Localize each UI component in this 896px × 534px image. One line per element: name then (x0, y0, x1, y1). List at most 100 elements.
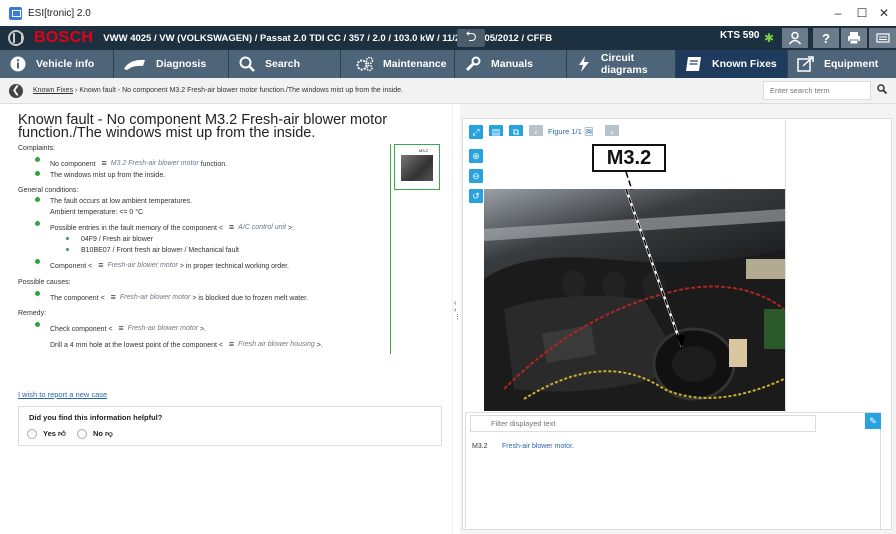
figure-counter: Figure 1/1 🖼︎ (548, 127, 594, 136)
keyboard-icon (875, 33, 890, 43)
sub-list-item: 04F9 / Fresh air blower (66, 236, 153, 243)
app-header: BOSCH VWW 4025 / VW (VOLKSWAGEN) / Passa… (0, 26, 896, 50)
component-link[interactable]: ≡ A/C control unit (225, 222, 286, 232)
breadcrumb-link-known-fixes[interactable]: Known Fixes (33, 87, 73, 94)
bullet-dot (35, 291, 40, 296)
keyboard-button[interactable] (869, 28, 896, 48)
yes-label[interactable]: Yes 👍︎ (43, 429, 66, 439)
thumbs-down-icon: 👎︎ (105, 429, 113, 438)
bullet-dot (35, 322, 40, 327)
menu-icon: ≡ (228, 339, 235, 349)
list-item: Check component < ≡ Fresh-air blower moto… (35, 322, 206, 333)
tab-label: Equipment (824, 58, 879, 70)
tab-label: Known Fixes (712, 58, 777, 70)
section-general-conditions-label: General conditions: (18, 187, 79, 194)
menu-icon: ≡ (118, 323, 124, 333)
section-complaints-label: Complaints: (18, 145, 55, 152)
figure-divider (390, 144, 391, 354)
zoom-out-icon: ⊖ (472, 170, 480, 181)
thumbs-up-icon: 👍︎ (58, 429, 66, 438)
thumbnail-image (401, 155, 433, 181)
image-icon: 🖼︎ (583, 127, 594, 136)
list-item-continuation: Drill a 4 mm hole at the lowest point of… (50, 339, 323, 349)
window-title: ESI[tronic] 2.0 (28, 7, 91, 19)
tab-manuals[interactable]: Manuals (455, 50, 567, 78)
user-button[interactable] (782, 28, 808, 48)
list-item: Component < ≡ Fresh-air blower motor > in… (35, 259, 289, 270)
tab-known-fixes[interactable]: Known Fixes (676, 50, 788, 78)
filter-input[interactable] (470, 415, 816, 432)
menu-icon: ≡ (98, 260, 104, 270)
figure-thumbnail[interactable]: M3.2 (394, 144, 440, 190)
bullet-dot (35, 157, 40, 162)
menu-icon: ≡ (101, 158, 107, 168)
blower-photo-graphic (484, 189, 785, 411)
app-icon (9, 6, 22, 20)
return-arrow-icon: ⮌ (465, 28, 477, 44)
info-icon (8, 54, 28, 74)
pen-icon: ✎ (869, 415, 877, 426)
close-button[interactable]: ✕ (869, 0, 896, 26)
diagnosis-icon (122, 54, 148, 74)
legend-panel: ▼ ✎ M3.2 Fresh-air blower motor. (465, 412, 881, 530)
report-new-case-link[interactable]: I wish to report a new case (18, 390, 107, 399)
help-button[interactable]: ? (813, 28, 839, 48)
rotate-icon: ↺ (472, 190, 480, 201)
zoom-out-button[interactable]: ⊖ (469, 169, 483, 183)
search-icon (237, 54, 257, 74)
history-back-button[interactable]: ⮌ (457, 28, 485, 47)
tab-diagnosis[interactable]: Diagnosis (114, 50, 229, 78)
component-link[interactable]: ≡ Fresh-air blower motor (107, 292, 191, 302)
lightning-icon (575, 54, 593, 74)
tab-label: Manuals (491, 58, 534, 70)
bullet-dot (66, 237, 69, 240)
callout-leader-line (625, 172, 633, 190)
list-item: The fault occurs at low ambient temperat… (35, 197, 192, 205)
bluetooth-icon: ✱ (764, 31, 775, 45)
component-link[interactable]: ≡ Fresh-air blower motor (94, 260, 178, 270)
tab-maintenance[interactable]: Maintenance (341, 50, 455, 78)
tab-label: Circuit diagrams (600, 52, 648, 76)
reset-view-button[interactable]: ↺ (469, 189, 483, 203)
edit-button[interactable]: ✎ (865, 413, 881, 429)
equipment-icon (796, 54, 816, 74)
back-arrow-icon[interactable]: ❮ (9, 83, 23, 98)
tab-vehicle-info[interactable]: Vehicle info (0, 50, 114, 78)
figure-frame-line (785, 120, 786, 412)
breadcrumb-current: Known fault - No component M3.2 Fresh-ai… (79, 87, 404, 94)
component-link[interactable]: ≡ Fresh air blower housing (225, 339, 315, 349)
feedback-question: Did you find this information helpful? (29, 413, 163, 422)
gears-icon (355, 54, 375, 74)
menu-icon: ≡ (228, 222, 235, 232)
brand-name: BOSCH (34, 29, 94, 46)
print-button[interactable] (841, 28, 867, 48)
page-title: Known fault - No component M3.2 Fresh-ai… (18, 112, 388, 141)
sub-list-item: B10BE07 / Front fresh air blower / Mecha… (66, 247, 239, 254)
tab-label: Search (265, 58, 301, 70)
component-link[interactable]: ≡ Fresh-air blower motor (114, 323, 198, 333)
device-name: KTS 590 (720, 30, 760, 41)
bullet-dot (35, 221, 40, 226)
figure-image[interactable] (484, 189, 785, 411)
bullet-dot (35, 197, 40, 202)
fullscreen-button[interactable]: ⤢ (469, 125, 483, 139)
tab-equipment[interactable]: Equipment (788, 50, 896, 78)
zoom-in-button[interactable]: ⊕ (469, 149, 483, 163)
tab-search[interactable]: Search (229, 50, 341, 78)
legend-description[interactable]: Fresh-air blower motor. (502, 443, 574, 450)
no-radio[interactable] (77, 429, 87, 439)
tab-circuit-diagrams[interactable]: Circuit diagrams (567, 50, 676, 78)
yes-radio[interactable] (27, 429, 37, 439)
no-label[interactable]: No 👎︎ (93, 429, 113, 439)
tab-label: Diagnosis (156, 58, 207, 70)
component-link[interactable]: ≡ M3.2 Fresh-air blower motor (97, 158, 198, 168)
list-item: The component < ≡ Fresh-air blower motor … (35, 291, 308, 302)
bullet-dot (35, 171, 40, 176)
wrench-icon (463, 54, 483, 74)
tab-label: Maintenance (383, 58, 447, 70)
main-navigation: Vehicle info Diagnosis Search Maintenanc… (0, 50, 896, 78)
search-icon[interactable] (877, 84, 888, 97)
breadcrumb: ❮ Known Fixes › Known fault - No compone… (0, 78, 896, 104)
feedback-box: Did you find this information helpful? Y… (18, 406, 442, 446)
search-input[interactable] (763, 81, 871, 100)
